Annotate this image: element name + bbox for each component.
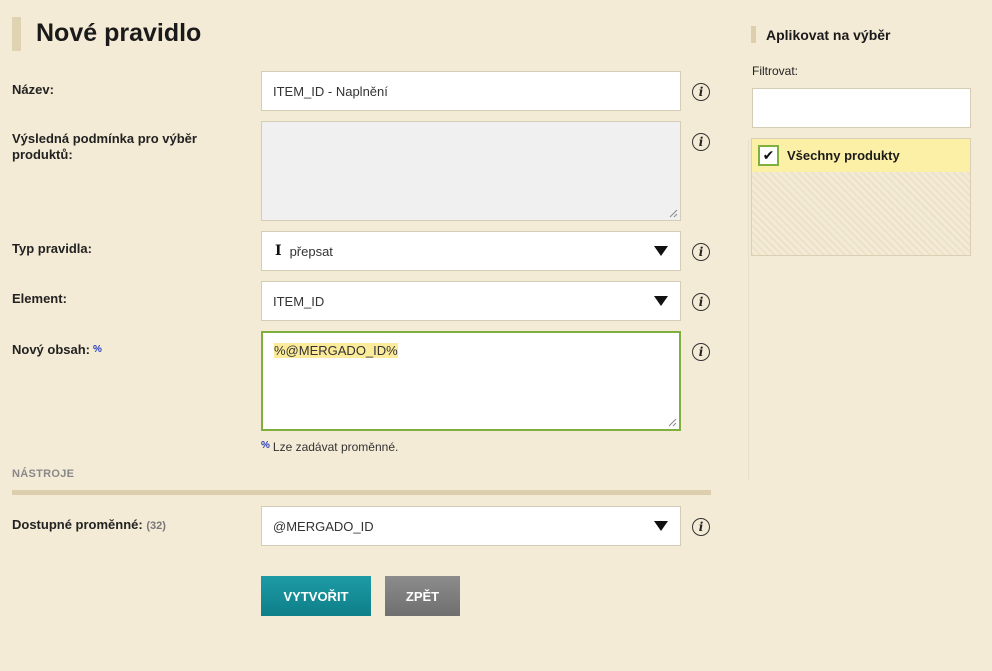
variables-count: (32) [146, 520, 166, 532]
condition-label: Výsledná podmínka pro výběr produktů: [12, 131, 197, 162]
filter-label: Filtrovat: [752, 64, 799, 78]
section-divider [12, 490, 711, 495]
page-title: Nové pravidlo [36, 19, 202, 47]
info-icon[interactable]: i [692, 518, 710, 536]
checkbox-all-products[interactable]: ✔ [758, 145, 779, 166]
chevron-down-icon [654, 521, 668, 531]
variable-marker: % [93, 344, 102, 355]
resize-handle-icon[interactable] [668, 418, 677, 427]
sidebar-title-accent [751, 26, 756, 43]
info-icon[interactable]: i [692, 293, 710, 311]
variables-label: Dostupné proměnné: (32) [12, 517, 166, 532]
name-input[interactable]: ITEM_ID - Naplnění [261, 71, 681, 111]
new-content-textarea[interactable]: %@MERGADO_ID% [261, 331, 681, 431]
create-button[interactable]: VYTVOŘIT [261, 576, 371, 616]
list-item-label: Všechny produkty [787, 148, 900, 163]
sidebar-divider [748, 140, 749, 480]
tools-section-label: NÁSTROJE [12, 468, 75, 480]
info-icon[interactable]: i [692, 243, 710, 261]
filter-input[interactable] [752, 88, 971, 128]
back-button[interactable]: ZPĚT [385, 576, 460, 616]
title-accent-bar [12, 17, 21, 51]
element-select[interactable]: ITEM_ID [261, 281, 681, 321]
rule-type-select[interactable]: I přepsat [261, 231, 681, 271]
condition-textarea[interactable] [261, 121, 681, 221]
new-content-label: Nový obsah:% [12, 342, 102, 357]
variables-hint: % Lze zadávat proměnné. [261, 440, 399, 454]
name-input-value: ITEM_ID - Naplnění [273, 83, 388, 99]
info-icon[interactable]: i [692, 133, 710, 151]
variables-select[interactable]: @MERGADO_ID [261, 506, 681, 546]
resize-handle-icon[interactable] [669, 209, 678, 218]
sidebar-title: Aplikovat na výběr [766, 27, 891, 43]
info-icon[interactable]: i [692, 343, 710, 361]
list-item-all-products[interactable]: ✔ Všechny produkty [752, 139, 970, 172]
rule-type-label: Typ pravidla: [12, 241, 92, 256]
info-icon[interactable]: i [692, 83, 710, 101]
checkmark-icon: ✔ [762, 147, 775, 163]
element-value: ITEM_ID [273, 293, 325, 309]
text-cursor-icon: I [275, 243, 282, 259]
new-content-value: %@MERGADO_ID% [274, 343, 398, 358]
name-label: Název: [12, 82, 54, 97]
chevron-down-icon [654, 296, 668, 306]
element-label: Element: [12, 291, 67, 306]
chevron-down-icon [654, 246, 668, 256]
variables-value: @MERGADO_ID [273, 518, 374, 534]
rule-type-value: přepsat [289, 243, 333, 259]
